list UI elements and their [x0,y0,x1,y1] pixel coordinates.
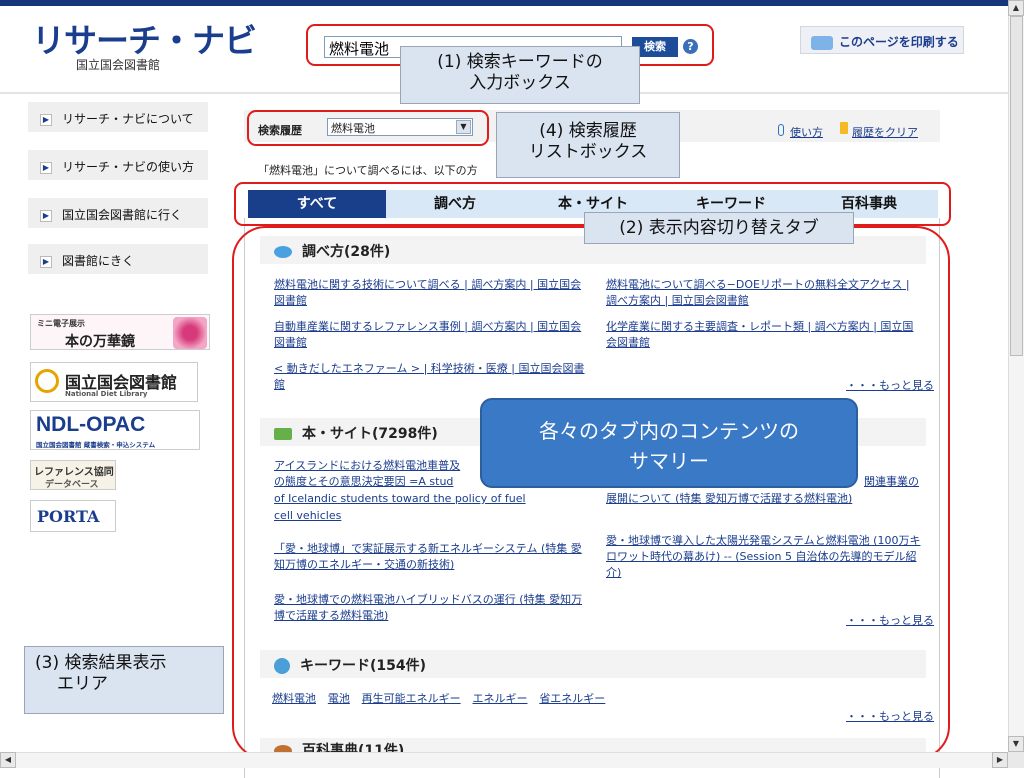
callout-line: (2) 表示内容切り替えタブ [619,218,819,238]
sidebar-item-about[interactable]: ▶ リサーチ・ナビについて [28,102,208,132]
banner-ndl-opac[interactable]: NDL-OPAC 国立国会図書館 蔵書検索・申込システム [30,410,200,450]
arrow-right-icon: ▶ [40,161,52,174]
print-page-button[interactable]: このページを印刷する [800,26,964,54]
scroll-up-icon[interactable]: ▲ [1008,0,1024,16]
banner-reference-db[interactable]: レファレンス協同 データベース [30,460,116,490]
banner-label: レファレンス協同 [34,467,114,478]
sidebar-item-howto[interactable]: ▶ リサーチ・ナビの使い方 [28,150,208,180]
logo-subtitle: 国立国会図書館 [76,58,161,72]
callout-line: サマリー [629,449,709,473]
arrow-right-icon: ▶ [40,255,52,268]
vertical-scroll-thumb[interactable] [1010,16,1023,356]
intro-text: 「燃料電池」について調べるには、以下の方 [258,164,478,177]
callout-line: エリア [57,674,108,694]
banner-sublabel: データベース [45,480,99,490]
top-bar [0,0,1008,6]
kaleidoscope-icon [173,317,207,349]
callout-line: リストボックス [528,142,648,162]
banner-sublabel: 国立国会図書館 蔵書検索・申込システム [36,441,156,449]
print-label: このページを印刷する [839,35,959,49]
site-logo[interactable]: リサーチ・ナビ [32,14,257,62]
paperclip-icon [778,124,784,136]
callout-line: 各々のタブ内のコンテンツの [539,419,799,443]
banner-manga-kyo[interactable]: ミニ電子展示 本の万華鏡 [30,314,210,350]
banner-small-label: ミニ電子展示 [37,319,85,328]
banner-label: NDL-OPAC [36,413,146,436]
scroll-right-icon[interactable]: ▶ [992,752,1008,768]
sidebar-item-visit[interactable]: ▶ 国立国会図書館に行く [28,198,208,228]
banner-ndl[interactable]: 国立国会図書館 National Diet Library [30,362,198,402]
usage-link[interactable]: 使い方 [790,124,823,140]
sidebar-item-label: リサーチ・ナビについて [62,112,194,126]
horizontal-scrollbar[interactable] [0,752,1008,768]
sidebar-item-ask[interactable]: ▶ 図書館にきく [28,244,208,274]
scroll-down-icon[interactable]: ▼ [1008,736,1024,752]
callout-results-area: (3) 検索結果表示 エリア [24,646,224,714]
printer-icon [811,35,833,50]
arrow-right-icon: ▶ [40,209,52,222]
sidebar-item-label: 図書館にきく [62,254,135,268]
sidebar-item-label: 国立国会図書館に行く [62,208,183,222]
highlight-history-select [247,110,489,146]
callout-tabs: (2) 表示内容切り替えタブ [584,212,854,244]
ndl-logo-icon [35,369,59,393]
scrollbar-corner [1008,752,1024,768]
callout-line: 入力ボックス [469,73,571,93]
callout-search-box: (1) 検索キーワードの 入力ボックス [400,46,640,104]
eraser-icon [840,122,848,134]
arrow-right-icon: ▶ [40,113,52,126]
callout-line: (3) 検索結果表示 [35,653,167,673]
sidebar-item-label: リサーチ・ナビの使い方 [62,160,195,174]
banner-main-label: 本の万華鏡 [65,334,135,350]
banner-sublabel: National Diet Library [65,390,148,398]
clear-history-link[interactable]: 履歴をクリア [852,124,918,140]
banner-label: PORTA [37,507,100,526]
highlight-results-area [232,226,950,760]
callout-line: (4) 検索履歴 [539,121,637,141]
summary-callout: 各々のタブ内のコンテンツの サマリー [480,398,858,488]
banner-porta[interactable]: PORTA [30,500,116,532]
callout-history-select: (4) 検索履歴 リストボックス [496,112,680,178]
callout-line: (1) 検索キーワードの [437,52,603,72]
scroll-left-icon[interactable]: ◀ [0,752,16,768]
